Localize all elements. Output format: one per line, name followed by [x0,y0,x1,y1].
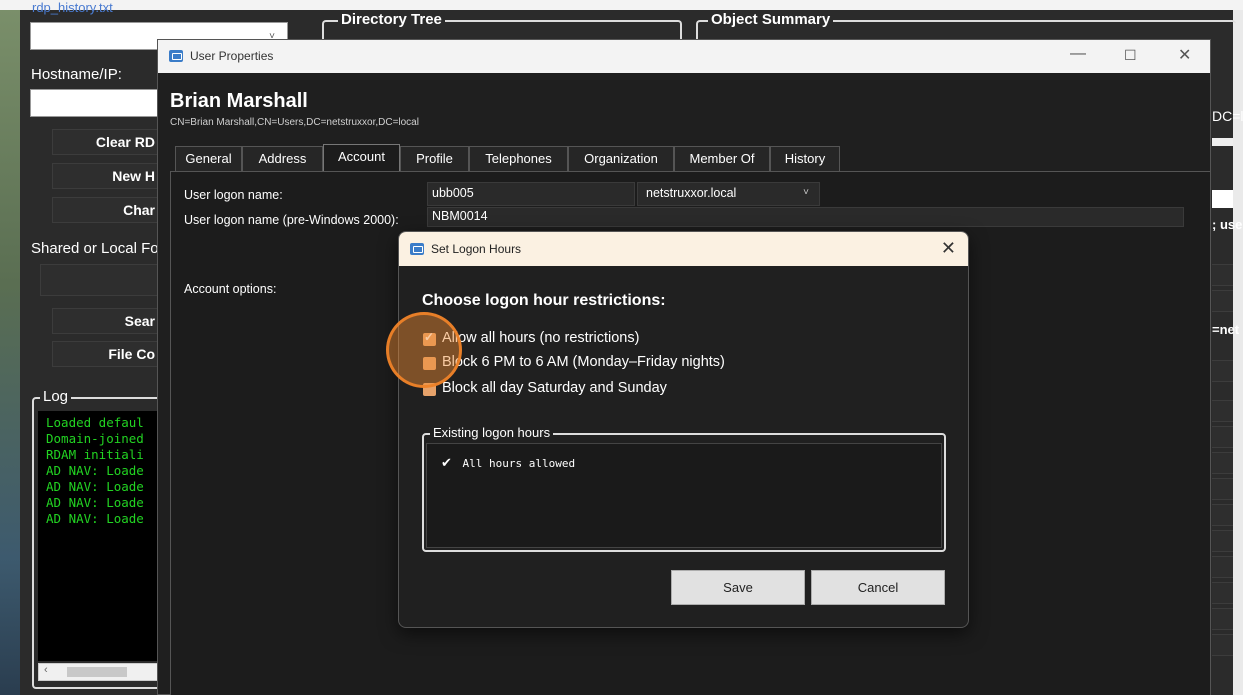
tab-telephones[interactable]: Telephones [469,146,568,172]
user-distinguished-name: CN=Brian Marshall,CN=Users,DC=netstruxxo… [170,117,419,128]
log-line: AD NAV: Loade [46,463,144,478]
user-properties-title: User Properties [190,49,274,63]
logon-hours-titlebar[interactable]: Set Logon Hours ✕ [399,232,968,266]
set-logon-hours-dialog: Set Logon Hours ✕ Choose logon hour rest… [398,231,969,628]
tab-address[interactable]: Address [242,146,323,172]
clear-rdp-button[interactable]: Clear RD [52,129,162,155]
summary-row [1212,608,1233,630]
summary-row [1212,290,1233,312]
screen-top-strip [0,0,1243,10]
file-copy-button[interactable]: File Co [52,341,162,367]
history-file-label: rdp_history.txt [32,0,113,15]
directory-tree-label: Directory Tree [338,11,445,28]
tab-account[interactable]: Account [323,144,400,172]
log-line: Domain-joined [46,431,144,446]
tab-general[interactable]: General [175,146,242,172]
existing-logon-hours-list: ✔ All hours allowed [426,443,942,548]
cancel-button[interactable]: Cancel [811,570,945,605]
list-item: ✔ All hours allowed [441,456,575,471]
shared-folder-input[interactable] [40,264,170,296]
summary-dn-snippet: DC=lo [1212,108,1243,124]
object-summary-label: Object Summary [708,11,834,28]
user-display-name: Brian Marshall [170,90,308,112]
log-line: RDAM initiali [46,447,144,462]
check-icon: ✔ [441,456,452,471]
shared-folder-label: Shared or Local Fo [31,240,159,257]
summary-row [1212,360,1233,382]
log-label: Log [40,388,72,405]
log-scrollbar[interactable]: ‹ [38,663,168,681]
summary-domain-snippet: =net [1212,322,1240,337]
account-options-label: Account options: [184,282,277,296]
existing-logon-hours-label: Existing logon hours [430,425,554,440]
summary-row [1212,556,1233,578]
summary-row [1212,400,1233,422]
summary-row [1212,530,1233,552]
logon-hours-title: Set Logon Hours [431,242,522,256]
pre2000-input[interactable]: NBM0014 [427,207,1184,227]
log-scrollbar-thumb[interactable] [67,667,127,677]
summary-flags-snippet: ; use [1212,217,1243,232]
close-icon[interactable]: ✕ [1178,45,1191,65]
summary-row [1212,264,1233,286]
option-label: Allow all hours (no restrictions) [442,330,640,346]
logon-hours-heading: Choose logon hour restrictions: [422,292,666,309]
minimize-icon[interactable]: — [1070,45,1086,63]
summary-row [1212,504,1233,526]
domain-select-value: netstruxxor.local [646,186,737,200]
app-icon [169,50,183,62]
summary-row [1212,582,1233,604]
summary-row [1212,634,1233,656]
log-line: Loaded defaul [46,415,144,430]
option-label: Block 6 PM to 6 AM (Monday–Friday nights… [442,354,725,370]
log-line: AD NAV: Loade [46,511,144,526]
pre2000-label: User logon name (pre-Windows 2000): [184,213,399,227]
domain-select[interactable]: netstruxxor.local ˅ [637,182,820,206]
maximize-icon[interactable]: ☐ [1124,47,1137,64]
tab-organization[interactable]: Organization [568,146,674,172]
save-button[interactable]: Save [671,570,805,605]
hostname-input[interactable] [30,89,170,117]
tab-history[interactable]: History [770,146,840,172]
user-properties-titlebar[interactable]: User Properties — ☐ ✕ [158,40,1210,73]
summary-divider [1212,138,1233,146]
new-host-button[interactable]: New H [52,163,162,189]
app-icon [410,243,424,255]
tab-member-of[interactable]: Member Of [674,146,770,172]
log-line: AD NAV: Loade [46,495,144,510]
existing-logon-hours-group: Existing logon hours ✔ All hours allowed [422,425,946,552]
click-highlight [386,312,462,388]
log-line: AD NAV: Loade [46,479,144,494]
existing-logon-hours-value: All hours allowed [462,457,576,470]
log-console: Loaded defaul Domain-joined RDAM initial… [38,411,168,661]
desktop-wallpaper [0,10,20,695]
summary-row [1212,426,1233,448]
change-button[interactable]: Char [52,197,162,223]
hostname-label: Hostname/IP: [31,66,122,83]
tab-profile[interactable]: Profile [400,146,469,172]
search-button[interactable]: Sear [52,308,162,334]
summary-row [1212,452,1233,474]
logon-name-input[interactable]: ubb005 [427,182,635,206]
logon-name-label: User logon name: [184,188,283,202]
chevron-down-icon: ˅ [803,187,809,198]
summary-field [1212,190,1233,208]
option-label: Block all day Saturday and Sunday [442,380,667,396]
summary-row [1212,478,1233,500]
chevron-left-icon: ‹ [44,664,48,676]
close-icon[interactable]: ✕ [941,238,956,259]
